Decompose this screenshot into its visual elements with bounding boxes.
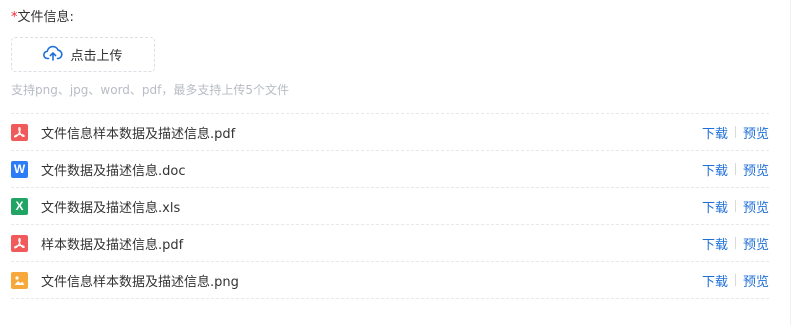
action-divider (734, 200, 736, 212)
action-divider (734, 237, 736, 249)
preview-link[interactable]: 预览 (743, 271, 769, 290)
action-divider (734, 163, 736, 175)
pdf-file-icon (11, 123, 28, 141)
file-list-item: 样本数据及描述信息.pdf 下载 预览 (11, 225, 769, 262)
file-actions: 下载 预览 (702, 262, 769, 298)
right-divider (790, 0, 791, 325)
download-link[interactable]: 下载 (702, 197, 728, 216)
file-actions: 下载 预览 (702, 151, 769, 187)
file-list-item: W 文件数据及描述信息.doc 下载 预览 (11, 151, 769, 188)
file-name: 文件数据及描述信息.doc (41, 163, 186, 179)
download-link[interactable]: 下载 (702, 271, 728, 290)
preview-link[interactable]: 预览 (743, 123, 769, 142)
word-file-icon: W (11, 160, 28, 178)
file-actions: 下载 预览 (702, 188, 769, 224)
file-actions: 下载 预览 (702, 225, 769, 261)
download-link[interactable]: 下载 (702, 123, 728, 142)
field-label: *文件信息: (11, 9, 74, 27)
file-list-item: 文件信息样本数据及描述信息.png 下载 预览 (11, 262, 769, 299)
file-name: 文件信息样本数据及描述信息.png (41, 274, 239, 290)
field-label-text: 文件信息: (17, 10, 74, 25)
file-list: 文件信息样本数据及描述信息.pdf 下载 预览 W 文件数据及描述信息.doc 下载 预览 X… (11, 113, 769, 299)
download-link[interactable]: 下载 (702, 160, 728, 179)
file-list-item: 文件信息样本数据及描述信息.pdf 下载 预览 (11, 114, 769, 151)
image-file-icon (11, 271, 28, 289)
file-list-item: X 文件数据及描述信息.xls 下载 预览 (11, 188, 769, 225)
pdf-file-icon (11, 234, 28, 252)
file-upload-form: *文件信息: 点击上传 支持png、jpg、word、pdf，最多支持上传5个文… (0, 0, 794, 325)
file-actions: 下载 预览 (702, 114, 769, 150)
excel-file-icon: X (11, 197, 28, 215)
download-link[interactable]: 下载 (702, 234, 728, 253)
file-name: 样本数据及描述信息.pdf (41, 237, 184, 253)
preview-link[interactable]: 预览 (743, 160, 769, 179)
cloud-upload-icon (43, 45, 64, 65)
file-name: 文件数据及描述信息.xls (41, 200, 181, 216)
preview-link[interactable]: 预览 (743, 197, 769, 216)
action-divider (734, 126, 736, 138)
preview-link[interactable]: 预览 (743, 234, 769, 253)
upload-hint: 支持png、jpg、word、pdf，最多支持上传5个文件 (11, 83, 289, 97)
upload-button[interactable]: 点击上传 (11, 37, 155, 72)
upload-button-label: 点击上传 (70, 49, 123, 64)
file-name: 文件信息样本数据及描述信息.pdf (41, 126, 236, 142)
action-divider (734, 274, 736, 286)
